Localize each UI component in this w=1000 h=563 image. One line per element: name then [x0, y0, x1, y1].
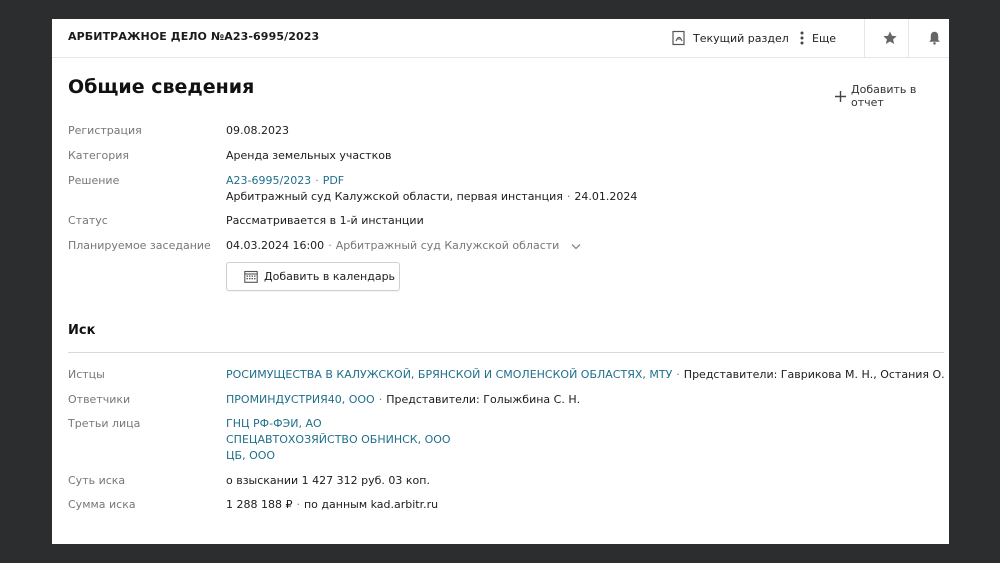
favorite-button[interactable] [876, 19, 904, 57]
star-icon [882, 30, 898, 46]
add-to-report-label: Добавить в отчет [851, 83, 917, 109]
hearing-court: Арбитражный суд Калужской области [335, 239, 560, 252]
add-to-calendar-button[interactable]: Добавить в календарь [226, 262, 400, 291]
kebab-icon [800, 30, 804, 46]
hearing-label: Планируемое заседание [68, 239, 211, 252]
separator-dot: · [676, 368, 680, 381]
status-value: Рассматривается в 1-й инстанции [226, 214, 424, 227]
claim-amount-value: 1 288 188 ₽ · по данным kad.arbitr.ru [226, 498, 438, 511]
plus-icon [834, 90, 847, 103]
toolbar-divider [908, 19, 909, 57]
separator-dot: · [328, 239, 332, 252]
plaintiff-reps: Представители: Гаврикова М. Н., Остания … [683, 368, 949, 381]
claim-amount-source: по данным kad.arbitr.ru [303, 498, 439, 511]
defendant-link[interactable]: ПРОМИНДУСТРИЯ40, ООО [226, 393, 375, 406]
claim-section-title: Иск [68, 323, 96, 338]
claim-amount-label: Сумма иска [68, 498, 136, 511]
add-to-calendar-label: Добавить в календарь [264, 270, 396, 283]
add-to-report-button[interactable]: Добавить в отчет [834, 83, 949, 109]
decision-date: 24.01.2024 [574, 190, 638, 203]
registration-label: Регистрация [68, 124, 142, 137]
defendants-value: ПРОМИНДУСТРИЯ40, ООО · Представители: Голы… [226, 393, 580, 406]
case-card-window: АРБИТРАЖНОЕ ДЕЛО №А23-6995/2023 Текущий … [52, 19, 949, 544]
third-party-link[interactable]: ЦБ, ООО [226, 449, 275, 462]
plaintiffs-label: Истцы [68, 368, 105, 381]
more-button[interactable]: Еще [800, 19, 836, 57]
plaintiffs-value: РОСИМУЩЕСТВА В КАЛУЖСКОЙ, БРЯНСКОЙ И СМО… [226, 368, 949, 381]
decision-details: Арбитражный суд Калужской области, перва… [226, 190, 637, 203]
third-party-link[interactable]: ГНЦ РФ-ФЭИ, АО [226, 417, 322, 430]
hearing-datetime: 04.03.2024 16:00 [226, 239, 325, 252]
claim-essence-label: Суть иска [68, 474, 126, 487]
case-title: АРБИТРАЖНОЕ ДЕЛО №А23-6995/2023 [68, 30, 320, 43]
decision-pdf-link[interactable]: PDF [323, 174, 344, 187]
category-value: Аренда земельных участков [226, 149, 392, 162]
plaintiff-link[interactable]: РОСИМУЩЕСТВА В КАЛУЖСКОЙ, БРЯНСКОЙ И СМО… [226, 368, 672, 381]
decision-label: Решение [68, 174, 120, 187]
defendant-reps: Представители: Голыжбина С. Н. [386, 393, 581, 406]
section-divider [68, 352, 944, 353]
decision-case-link[interactable]: А23-6995/2023 [226, 174, 311, 187]
chevron-down-icon[interactable] [571, 243, 581, 250]
claim-essence-value: о взыскании 1 427 312 руб. 03 коп. [226, 474, 430, 487]
category-label: Категория [68, 149, 129, 162]
status-label: Статус [68, 214, 108, 227]
decision-links: А23-6995/2023 · PDF [226, 174, 344, 187]
calendar-icon [244, 270, 264, 283]
separator-dot: · [566, 190, 571, 203]
claim-amount: 1 288 188 ₽ [226, 498, 293, 511]
decision-court: Арбитражный суд Калужской области, перва… [226, 190, 563, 203]
separator-dot: · [296, 498, 300, 511]
separator-dot: · [315, 174, 319, 187]
more-label: Еще [812, 31, 837, 45]
bell-icon [927, 30, 942, 46]
registration-value: 09.08.2023 [226, 124, 289, 137]
defendants-label: Ответчики [68, 393, 131, 406]
current-section-button[interactable]: Текущий раздел [671, 19, 789, 57]
hearing-value[interactable]: 04.03.2024 16:00 · Арбитражный суд Калужск… [226, 239, 581, 252]
pdf-icon [671, 30, 687, 46]
page-title: Общие сведения [68, 76, 255, 98]
separator-dot: · [378, 393, 383, 406]
top-bar: АРБИТРАЖНОЕ ДЕЛО №А23-6995/2023 Текущий … [52, 19, 949, 58]
toolbar-divider [864, 19, 865, 57]
third-parties-label: Третьи лица [68, 417, 141, 430]
current-section-label: Текущий раздел [693, 31, 789, 45]
third-party-link[interactable]: СПЕЦАВТОХОЗЯЙСТВО ОБНИНСК, ООО [226, 433, 451, 446]
notifications-button[interactable] [920, 19, 948, 57]
